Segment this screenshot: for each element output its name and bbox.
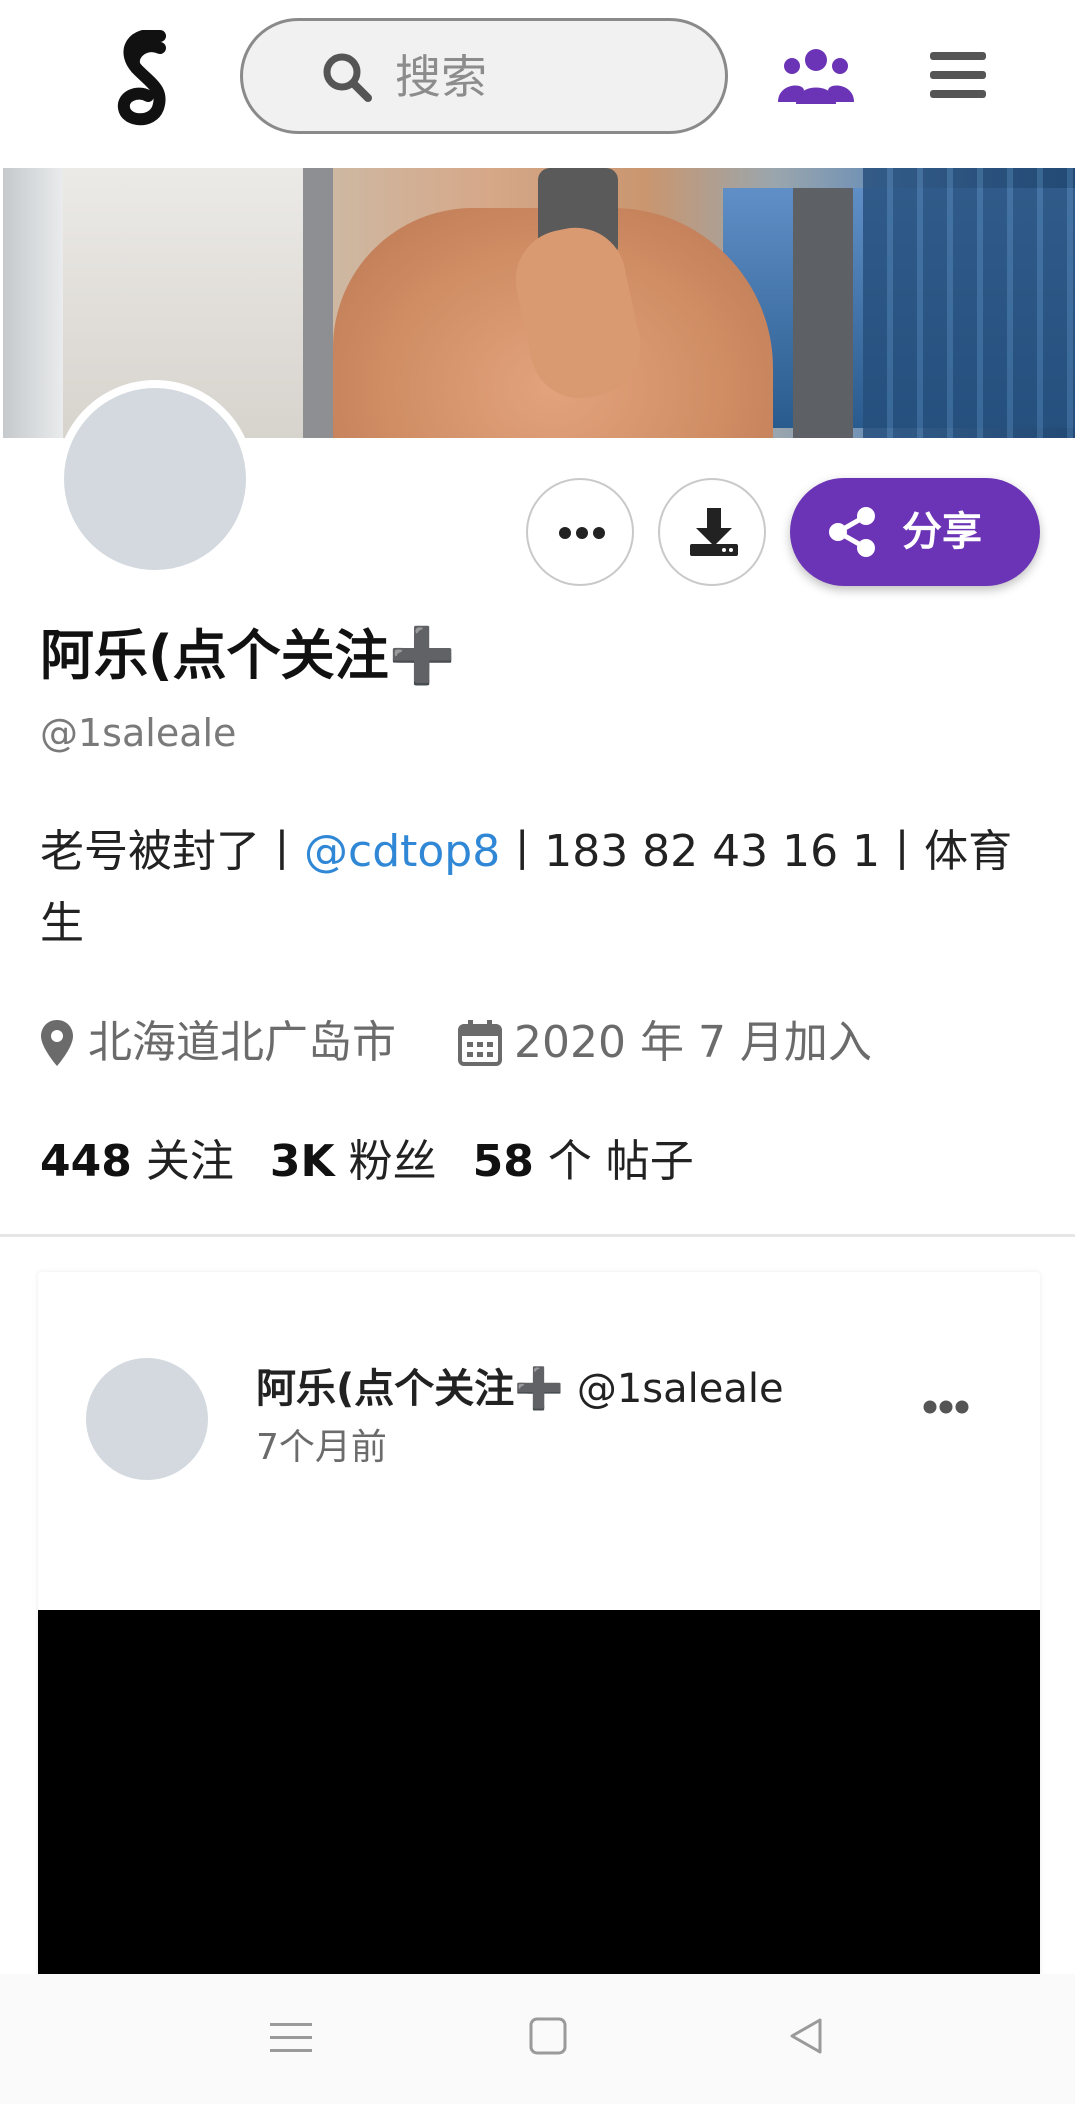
hamburger-menu-icon[interactable] bbox=[930, 50, 986, 100]
post-timestamp: 7个月前 bbox=[256, 1427, 387, 1468]
share-button[interactable]: 分享 bbox=[790, 478, 1040, 586]
search-placeholder: 搜索 bbox=[395, 50, 487, 104]
post-more-icon[interactable] bbox=[922, 1398, 970, 1416]
followers-label: 粉丝 bbox=[348, 1136, 437, 1187]
posts-stat[interactable]: 58 个 帖子 bbox=[473, 1136, 694, 1187]
posts-label: 个 帖子 bbox=[547, 1136, 694, 1187]
share-icon bbox=[829, 507, 875, 557]
share-label: 分享 bbox=[902, 509, 982, 555]
profile-handle: @1saleale bbox=[40, 711, 237, 755]
back-icon[interactable] bbox=[786, 2016, 826, 2056]
posts-count: 58 bbox=[472, 1136, 534, 1187]
profile-avatar[interactable] bbox=[56, 380, 254, 578]
search-icon bbox=[323, 53, 372, 102]
followers-count: 3K bbox=[269, 1136, 335, 1187]
more-options-button[interactable] bbox=[526, 478, 634, 586]
profile-stats: 448 关注 3K 粉丝 58 个 帖子 bbox=[40, 1130, 694, 1194]
search-input[interactable]: 搜索 bbox=[240, 18, 728, 134]
profile-location: 北海道北广岛市 bbox=[88, 1017, 396, 1068]
download-button[interactable] bbox=[658, 478, 766, 586]
profile-display-name: 阿乐(点个关注➕ bbox=[40, 624, 456, 687]
recent-apps-icon[interactable] bbox=[270, 2020, 312, 2056]
home-icon[interactable] bbox=[528, 2016, 568, 2056]
following-stat[interactable]: 448 关注 bbox=[40, 1136, 234, 1187]
section-divider bbox=[0, 1234, 1075, 1237]
following-label: 关注 bbox=[145, 1136, 234, 1187]
top-bar: 搜索 bbox=[0, 0, 1075, 166]
users-icon[interactable] bbox=[776, 46, 856, 106]
bio-text-prefix: 老号被封了丨 bbox=[40, 826, 304, 877]
following-count: 448 bbox=[40, 1136, 132, 1187]
system-nav-bar bbox=[0, 1974, 1075, 2104]
post-author-avatar[interactable] bbox=[86, 1358, 208, 1480]
post-media[interactable] bbox=[38, 1610, 1040, 2032]
post-author-handle: @1saleale bbox=[576, 1366, 784, 1412]
profile-bio: 老号被封了丨@cdtop8丨183 82 43 16 1丨体育生 bbox=[40, 816, 1040, 960]
location-pin-icon bbox=[41, 1020, 73, 1066]
bio-mention-link[interactable]: @cdtop8 bbox=[304, 826, 500, 877]
more-dots-icon bbox=[559, 527, 605, 539]
post-author[interactable]: 阿乐(点个关注➕ @1saleale bbox=[256, 1360, 784, 1418]
s-logo-icon[interactable] bbox=[112, 30, 182, 126]
post-card[interactable]: 阿乐(点个关注➕ @1saleale 7个月前 bbox=[38, 1272, 1040, 2032]
post-author-name: 阿乐(点个关注➕ bbox=[256, 1366, 565, 1412]
profile-joined-date: 2020 年 7 月加入 bbox=[514, 1017, 872, 1068]
download-icon bbox=[690, 508, 738, 556]
followers-stat[interactable]: 3K 粉丝 bbox=[270, 1136, 437, 1187]
calendar-icon bbox=[458, 1020, 502, 1066]
